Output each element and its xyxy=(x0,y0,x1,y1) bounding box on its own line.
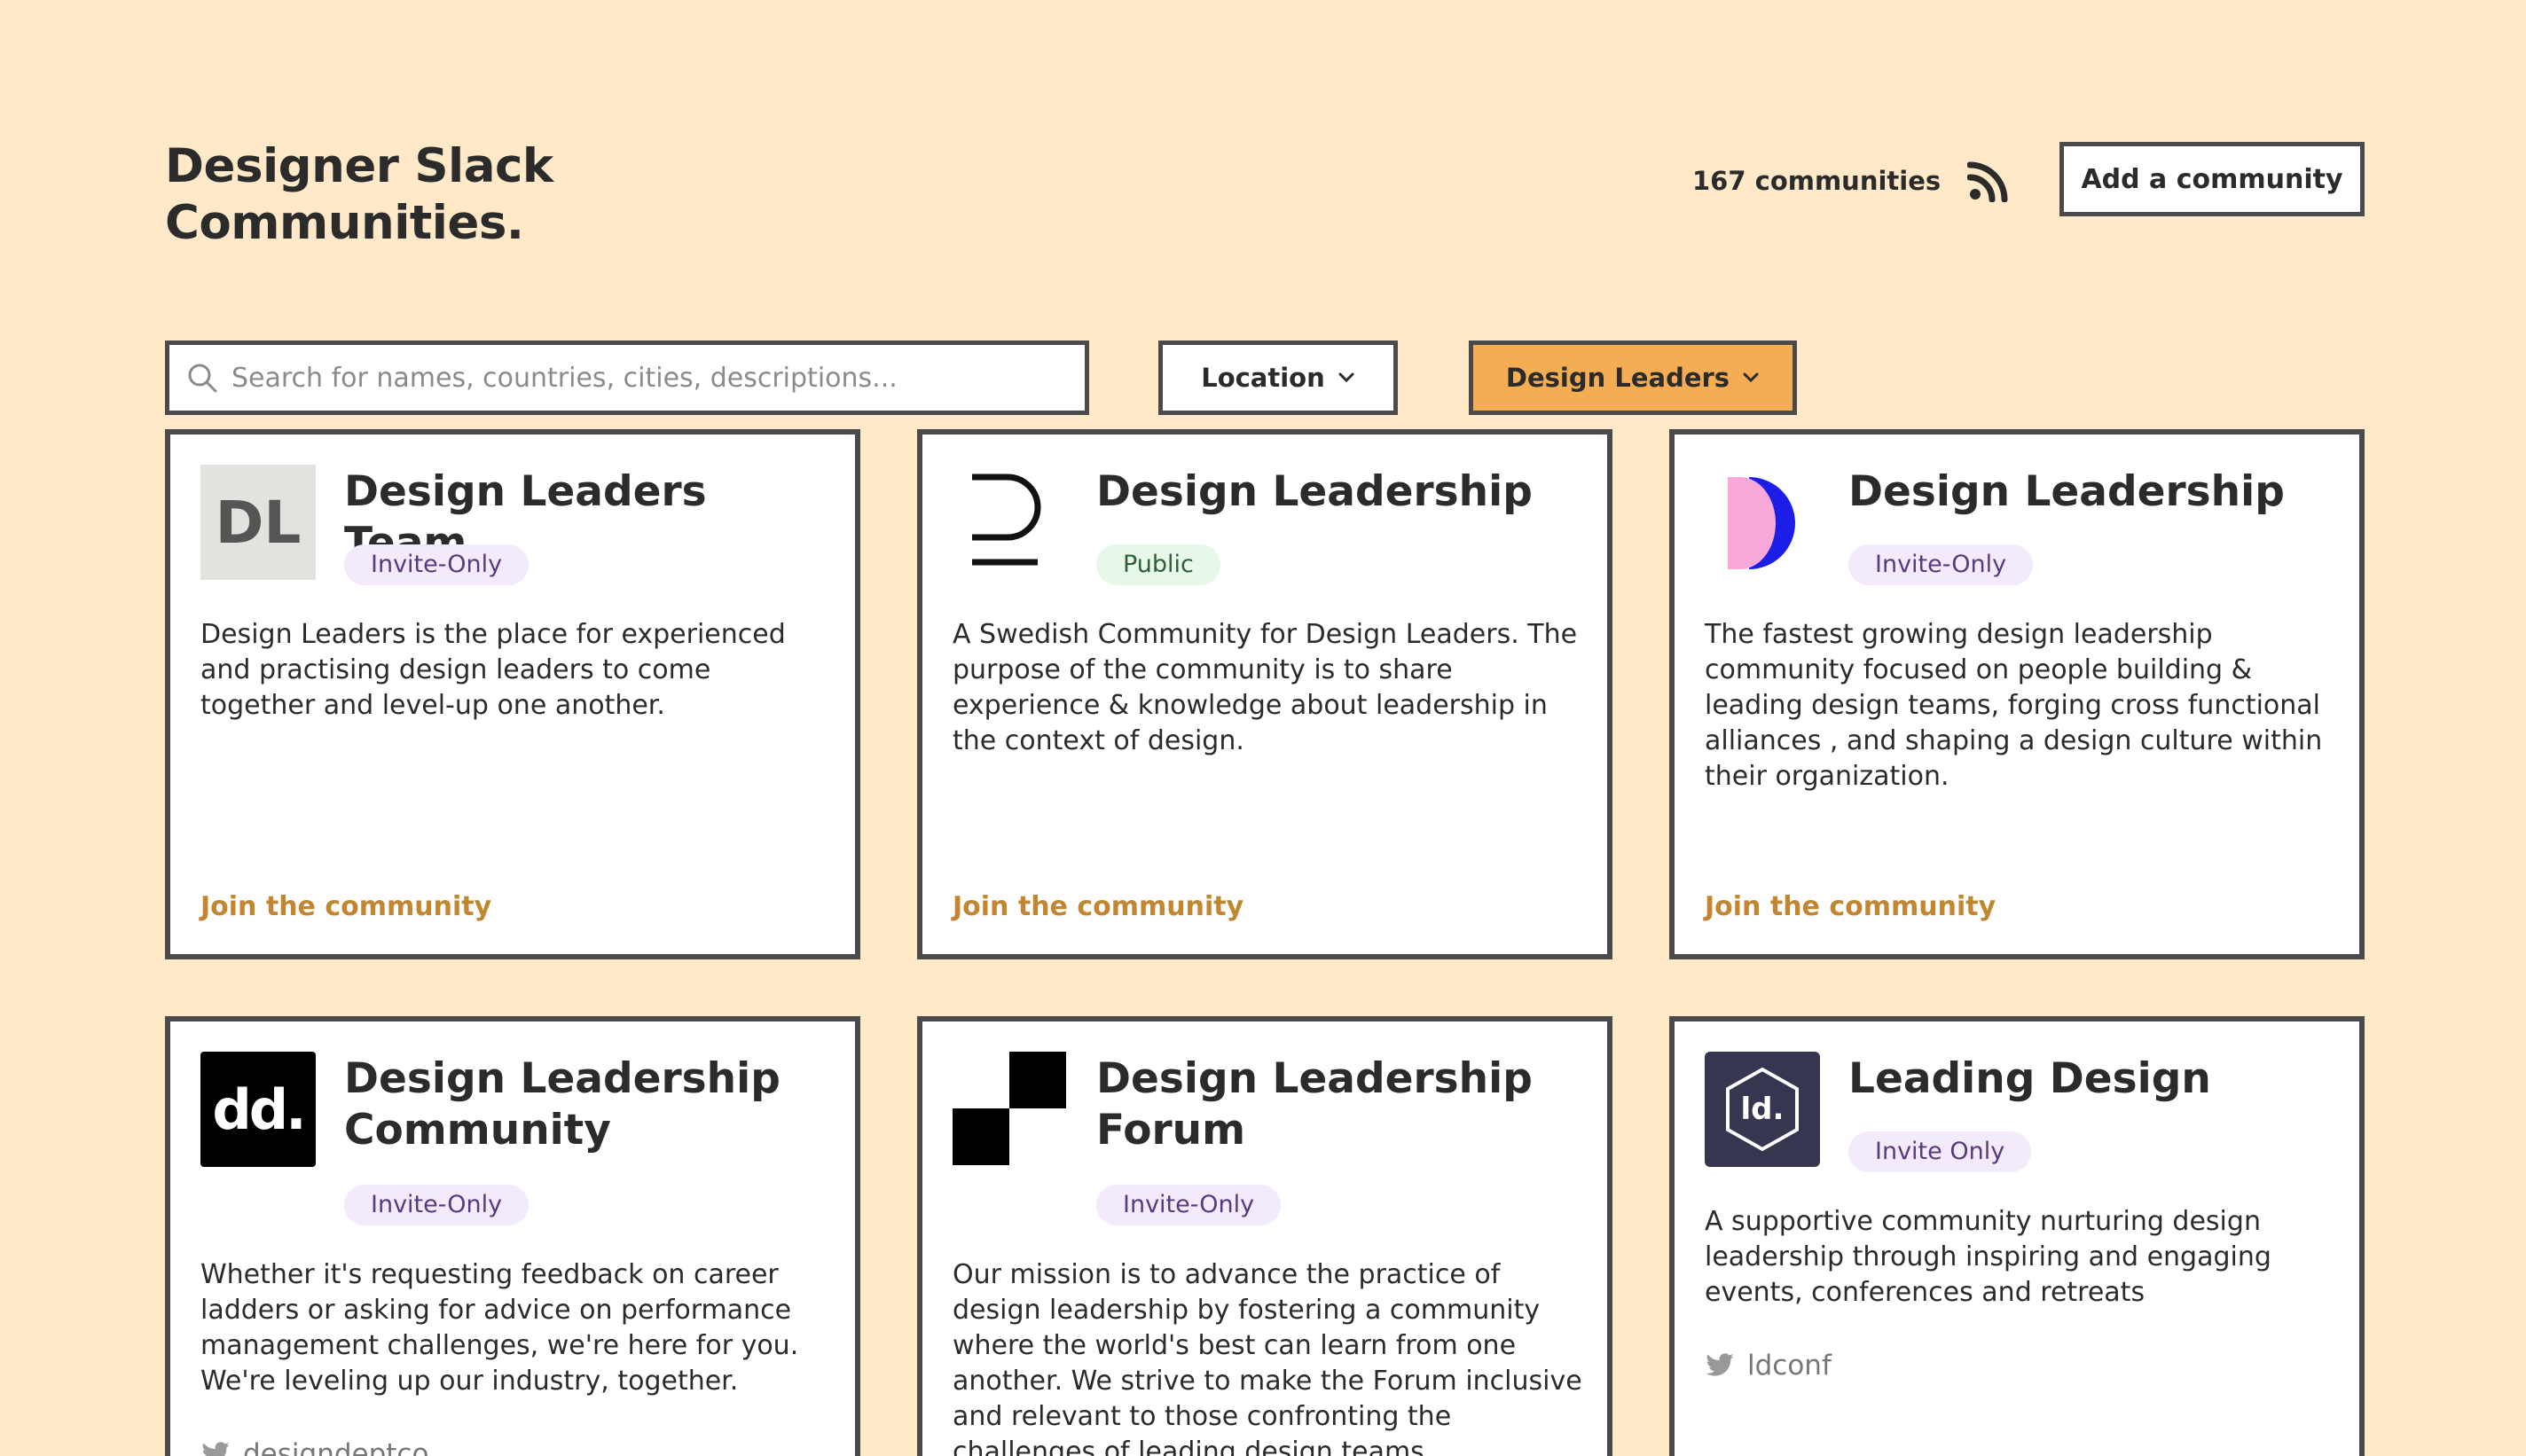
community-name: Design Leadership xyxy=(1848,467,2285,516)
access-badge: Public xyxy=(1096,544,1220,585)
community-logo: DL xyxy=(200,465,316,580)
community-description: Our mission is to advance the practice o… xyxy=(953,1259,1582,1456)
community-logo: dd. xyxy=(200,1052,316,1167)
logo-text: DL xyxy=(215,488,302,557)
community-description: Whether it's requesting feedback on care… xyxy=(200,1259,799,1397)
location-dropdown[interactable]: Location xyxy=(1158,341,1398,415)
twitter-handle-text: designdeptco xyxy=(243,1438,429,1456)
access-badge: Invite-Only xyxy=(1096,1185,1282,1225)
rss-icon[interactable] xyxy=(1966,160,2010,203)
access-badge: Invite-Only xyxy=(1848,544,2034,585)
community-logo: ld. xyxy=(1705,1052,1820,1167)
design-leadership-logo-icon xyxy=(1728,477,1795,569)
access-badge: Invite Only xyxy=(1848,1131,2032,1172)
community-card[interactable]: DL Design Leaders Team Invite-Only Desig… xyxy=(165,429,860,959)
community-name: Leading Design xyxy=(1848,1054,2211,1103)
category-dropdown[interactable]: Design Leaders xyxy=(1469,341,1797,415)
search-icon xyxy=(188,364,217,393)
twitter-icon xyxy=(202,1442,230,1456)
community-logo xyxy=(1705,465,1820,580)
chevron-down-icon xyxy=(1338,372,1354,383)
community-description: Design Leaders is the place for experien… xyxy=(200,619,786,721)
page: Designer Slack Communities. 167 communit… xyxy=(0,0,2526,1456)
community-name: Design Leadership Forum xyxy=(1096,1054,1533,1155)
community-logo xyxy=(953,465,1068,580)
community-card[interactable]: ld. Leading Design Invite Only A support… xyxy=(1669,1016,2365,1456)
community-count: 167 communities xyxy=(1692,166,1942,196)
access-badge: Invite-Only xyxy=(344,1185,530,1225)
checker-logo-icon xyxy=(953,1052,1066,1165)
join-community-link[interactable]: Join the community xyxy=(200,891,491,922)
community-description: A Swedish Community for Design Leaders. … xyxy=(953,619,1578,756)
twitter-icon xyxy=(1706,1353,1734,1376)
community-description: The fastest growing design leadership co… xyxy=(1705,619,2323,792)
search-bar[interactable] xyxy=(165,341,1089,415)
add-community-button[interactable]: Add a community xyxy=(2059,142,2365,216)
community-name: Design Leadership xyxy=(1096,467,1533,516)
logo-text: ld. xyxy=(1740,1092,1785,1127)
category-dropdown-label: Design Leaders xyxy=(1505,363,1730,393)
community-card[interactable]: Design Leadership Public A Swedish Commu… xyxy=(917,429,1612,959)
join-community-link[interactable]: Join the community xyxy=(953,891,1243,922)
community-card[interactable]: Design Leadership Forum Invite-Only Our … xyxy=(917,1016,1612,1456)
community-name: Design Leadership Community xyxy=(344,1054,781,1155)
logo-text: dd. xyxy=(212,1076,306,1142)
community-card[interactable]: Design Leadership Invite-Only The fastes… xyxy=(1669,429,2365,959)
twitter-handle-text: ldconf xyxy=(1747,1350,1832,1382)
join-community-link[interactable]: Join the community xyxy=(1705,891,1996,922)
search-input[interactable] xyxy=(231,362,1030,394)
chevron-down-icon xyxy=(1743,372,1759,383)
superset-logo-icon xyxy=(972,474,1041,566)
twitter-handle[interactable]: ldconf xyxy=(1705,1350,1832,1382)
community-card[interactable]: dd. Design Leadership Community Invite-O… xyxy=(165,1016,860,1456)
access-badge: Invite-Only xyxy=(344,544,530,585)
community-logo xyxy=(953,1052,1068,1167)
community-description: A supportive community nurturing design … xyxy=(1705,1206,2271,1308)
twitter-handle[interactable]: designdeptco xyxy=(200,1438,428,1456)
location-dropdown-label: Location xyxy=(1201,363,1325,393)
page-title: Designer Slack Communities. xyxy=(165,139,553,250)
